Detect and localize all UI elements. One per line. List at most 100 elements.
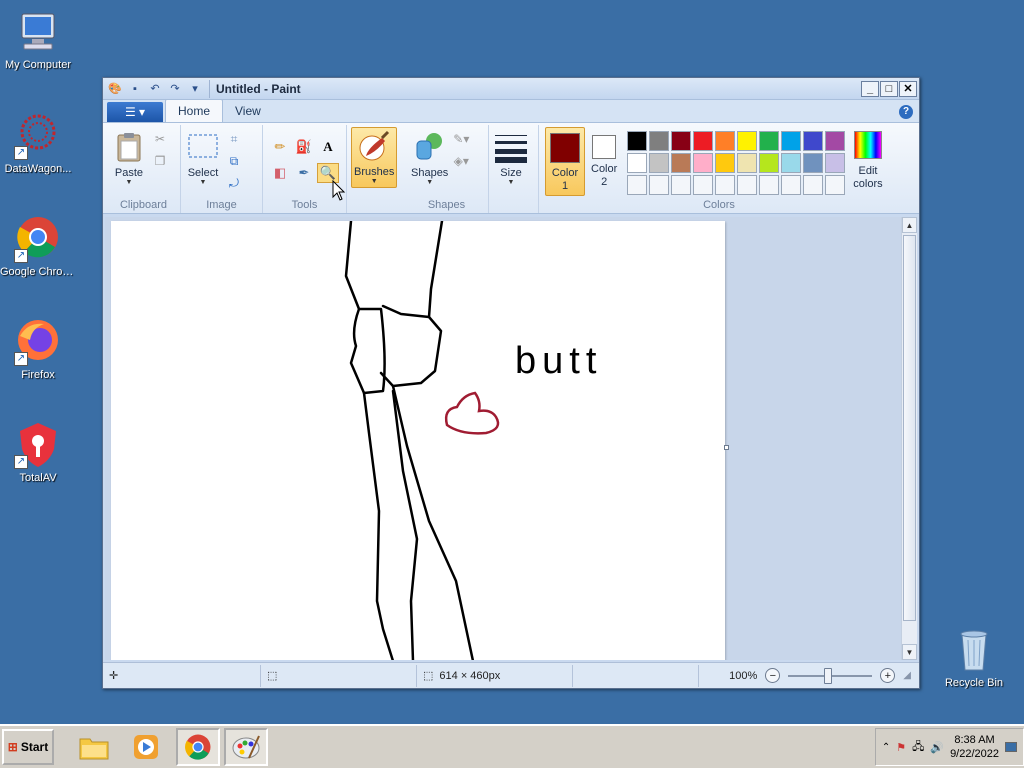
crop-icon[interactable]: ⌗ — [225, 131, 243, 147]
desktop-icon-label: Recycle Bin — [944, 677, 1004, 689]
show-desktop-icon[interactable] — [1005, 742, 1017, 752]
outline-icon[interactable]: ✎▾ — [452, 131, 470, 147]
shapes-button[interactable]: Shapes ▼ — [411, 131, 448, 186]
taskbar-paint[interactable] — [224, 728, 268, 766]
fill-shape-icon[interactable]: ◈▾ — [452, 153, 470, 169]
brushes-button[interactable]: Brushes ▼ — [351, 127, 398, 188]
palette-swatch[interactable] — [781, 153, 802, 173]
zoom-slider[interactable] — [788, 667, 873, 684]
drawing-canvas[interactable]: butt — [111, 219, 729, 660]
palette-swatch[interactable] — [627, 153, 648, 173]
palette-swatch[interactable] — [671, 131, 692, 151]
start-button[interactable]: ⊞ Start — [2, 729, 54, 765]
palette-swatch-empty[interactable] — [759, 175, 780, 195]
resize-handle-right[interactable] — [724, 445, 729, 450]
clock[interactable]: 8:38 AM 9/22/2022 — [950, 733, 999, 761]
desktop-icon-totalav[interactable]: ↗ TotalAV — [0, 421, 76, 484]
resize-icon[interactable]: ⧉ — [225, 153, 243, 169]
scroll-thumb[interactable] — [903, 235, 916, 621]
palette-swatch-empty[interactable] — [715, 175, 736, 195]
undo-icon[interactable]: ↶ — [147, 81, 163, 97]
help-icon[interactable]: ? — [899, 105, 913, 119]
scroll-up-icon[interactable]: ▲ — [902, 217, 917, 233]
palette-swatch[interactable] — [803, 131, 824, 151]
taskbar: ⊞ Start ⌃ ⚑ 🖧 🔊 8:38 AM 9/22/2022 — [0, 724, 1024, 768]
tab-view[interactable]: View — [223, 100, 273, 122]
resize-grip-icon[interactable]: ◢ — [903, 670, 911, 681]
paint-app-icon[interactable]: 🎨 — [107, 81, 123, 97]
zoom-slider-knob[interactable] — [824, 667, 833, 684]
palette-swatch[interactable] — [781, 131, 802, 151]
palette-swatch-empty[interactable] — [737, 175, 758, 195]
desktop-icon-recycle-bin[interactable]: Recycle Bin — [936, 626, 1012, 689]
palette-swatch-empty[interactable] — [803, 175, 824, 195]
save-icon[interactable]: ▪ — [127, 81, 143, 97]
paste-button[interactable]: Paste ▼ — [113, 131, 145, 186]
palette-swatch[interactable] — [649, 131, 670, 151]
size-button[interactable]: Size ▼ — [495, 131, 527, 186]
customize-qat-icon[interactable]: ▾ — [187, 81, 203, 97]
color1-button[interactable]: Color 1 — [545, 127, 585, 196]
minimize-button[interactable]: _ — [861, 80, 879, 97]
palette-swatch-empty[interactable] — [649, 175, 670, 195]
palette-swatch[interactable] — [671, 153, 692, 173]
desktop-icon-label: DataWagon... — [4, 163, 72, 175]
show-hidden-icons-icon[interactable]: ⌃ — [882, 742, 890, 753]
taskbar-chrome[interactable] — [176, 728, 220, 766]
palette-swatch-empty[interactable] — [627, 175, 648, 195]
cursor-position-cell: ✛ — [103, 664, 261, 687]
volume-icon[interactable]: 🔊 — [930, 741, 944, 754]
scroll-down-icon[interactable]: ▼ — [902, 644, 917, 660]
maximize-button[interactable]: □ — [880, 80, 898, 97]
close-button[interactable]: ✕ — [899, 80, 917, 97]
palette-swatch-empty[interactable] — [825, 175, 846, 195]
palette-swatch[interactable] — [693, 153, 714, 173]
pencil-icon[interactable]: ✏ — [269, 137, 291, 157]
fill-icon[interactable]: ⛽ — [293, 137, 315, 157]
desktop-icon-datawagon[interactable]: ↗ DataWagon... — [0, 112, 76, 175]
color2-button[interactable]: Color 2 — [587, 127, 621, 191]
rotate-icon[interactable]: ⤾ — [225, 175, 243, 191]
taskbar-media-player[interactable] — [124, 728, 168, 766]
palette-swatch[interactable] — [737, 131, 758, 151]
taskbar-explorer[interactable] — [72, 728, 116, 766]
color-picker-icon[interactable]: ✒ — [293, 163, 315, 183]
eraser-icon[interactable]: ◧ — [269, 163, 291, 183]
select-button[interactable]: Select ▼ — [187, 131, 219, 186]
paint-menu-button[interactable]: ☰ ▾ — [107, 102, 163, 122]
network-icon[interactable]: 🖧 — [912, 738, 924, 757]
brushes-group: Brushes ▼ — [347, 125, 405, 213]
palette-swatch[interactable] — [759, 153, 780, 173]
quick-access-toolbar: 🎨 ▪ ↶ ↷ ▾ — [107, 79, 210, 98]
zoom-in-button[interactable]: + — [880, 668, 896, 683]
zoom-out-button[interactable]: − — [765, 668, 781, 683]
palette-swatch-empty[interactable] — [693, 175, 714, 195]
palette-swatch[interactable] — [715, 153, 736, 173]
canvas-area: butt — [105, 217, 903, 660]
palette-swatch[interactable] — [649, 153, 670, 173]
desktop-icon-firefox[interactable]: ↗ Firefox — [0, 318, 76, 381]
desktop-icon-label: TotalAV — [19, 472, 57, 484]
vertical-scrollbar[interactable]: ▲ ▼ — [901, 217, 917, 660]
image-size-cell: ⬚ 614 × 460px — [417, 664, 573, 687]
palette-swatch[interactable] — [759, 131, 780, 151]
tab-home[interactable]: Home — [165, 99, 224, 122]
desktop-icon-my-computer[interactable]: My Computer — [0, 8, 76, 71]
palette-swatch-empty[interactable] — [671, 175, 692, 195]
palette-swatch[interactable] — [825, 153, 846, 173]
palette-swatch-empty[interactable] — [781, 175, 802, 195]
desktop-icon-chrome[interactable]: ↗ Google Chrome — [0, 215, 76, 278]
palette-swatch[interactable] — [693, 131, 714, 151]
palette-swatch[interactable] — [803, 153, 824, 173]
palette-swatch[interactable] — [737, 153, 758, 173]
canvas-text: butt — [515, 340, 602, 382]
copy-icon[interactable]: ❐ — [151, 153, 169, 169]
edit-colors-button[interactable]: Edit colors — [849, 127, 886, 193]
cut-icon[interactable]: ✂ — [151, 131, 169, 147]
palette-swatch[interactable] — [825, 131, 846, 151]
action-center-flag-icon[interactable]: ⚑ — [896, 741, 906, 754]
palette-swatch[interactable] — [715, 131, 736, 151]
redo-icon[interactable]: ↷ — [167, 81, 183, 97]
palette-swatch[interactable] — [627, 131, 648, 151]
text-icon[interactable]: A — [317, 137, 339, 157]
